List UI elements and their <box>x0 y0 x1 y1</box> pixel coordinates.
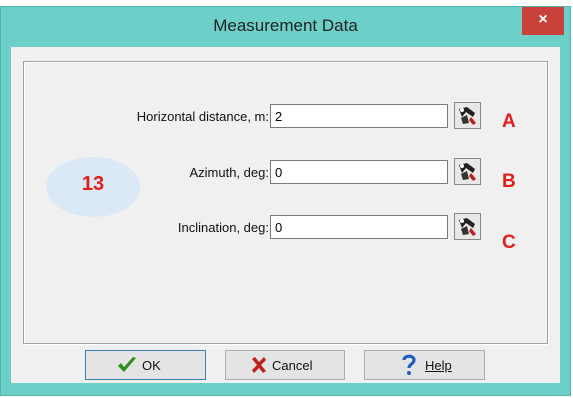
azimuth-input[interactable] <box>270 160 448 184</box>
azimuth-label: Azimuth, deg: <box>189 165 270 180</box>
help-label: Help <box>425 358 452 373</box>
azimuth-pick-button[interactable] <box>454 158 481 185</box>
checkmark-icon <box>118 357 136 372</box>
marker-c: C <box>502 232 516 253</box>
marker-a: A <box>502 111 516 132</box>
cancel-button[interactable]: Cancel <box>225 350 345 380</box>
fields-panel: 13 Horizontal distance, m: A Azimuth, de… <box>23 61 548 344</box>
ok-button[interactable]: OK <box>85 350 206 380</box>
step-badge: 13 <box>46 157 140 217</box>
step-number: 13 <box>81 173 105 195</box>
question-mark-icon <box>402 354 416 375</box>
inclination-label: Inclination, deg: <box>177 220 269 235</box>
close-icon: × <box>538 11 548 28</box>
window-title: Measurement Data <box>213 16 358 35</box>
help-button[interactable]: Help <box>364 350 485 380</box>
measure-tool-icon <box>459 107 476 125</box>
title-bar[interactable]: Measurement Data × <box>1 7 570 47</box>
cancel-label: Cancel <box>272 358 313 373</box>
inclination-pick-button[interactable] <box>454 213 481 240</box>
horizontal-distance-pick-button[interactable] <box>454 102 481 129</box>
measure-tool-icon <box>459 218 476 236</box>
x-icon <box>252 357 266 373</box>
measurement-dialog: Measurement Data × 13 Horizontal distanc… <box>0 6 571 396</box>
horizontal-distance-input[interactable] <box>270 104 448 128</box>
ok-label: OK <box>142 358 161 373</box>
horizontal-distance-label: Horizontal distance, m: <box>136 109 269 124</box>
dialog-body: 13 Horizontal distance, m: A Azimuth, de… <box>11 47 560 383</box>
inclination-input[interactable] <box>270 215 448 239</box>
close-button[interactable]: × <box>522 7 564 35</box>
measure-tool-icon <box>459 163 476 181</box>
marker-b: B <box>502 171 516 192</box>
